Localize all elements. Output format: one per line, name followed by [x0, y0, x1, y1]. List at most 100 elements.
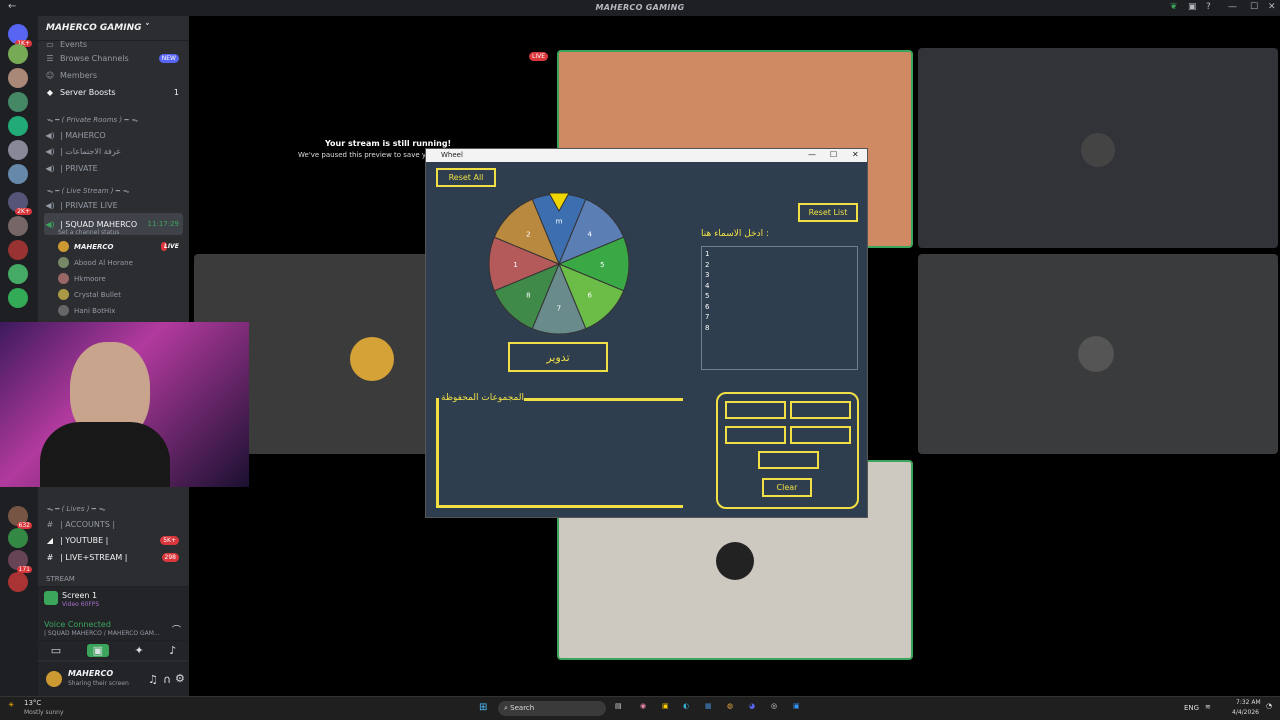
channel-label: | غرفة الاجتماعات — [60, 146, 121, 156]
server-name: MAHERCO GAMING — [46, 23, 142, 33]
announcement-channel[interactable]: ◢ | YOUTUBE | 5K+ — [44, 532, 183, 548]
channel-label: | PRIVATE LIVE — [60, 200, 118, 210]
settings-icon[interactable]: ⚙ — [175, 672, 185, 685]
server-icon[interactable] — [8, 264, 28, 284]
voice-channel[interactable]: ◀) | PRIVATE — [44, 160, 183, 176]
wifi-icon[interactable]: ≋ — [1205, 703, 1211, 711]
voice-user[interactable]: Crystal Bullet — [58, 289, 121, 300]
text-channel[interactable]: # | LIVE+STREAM | 298 — [44, 549, 183, 565]
voice-connected[interactable]: Voice Connected — [44, 620, 111, 629]
avatar — [58, 257, 69, 268]
reset-all-button[interactable]: Reset All — [436, 168, 496, 187]
group-input[interactable] — [725, 401, 786, 419]
voice-channel[interactable]: ◀) | MAHERCO — [44, 127, 183, 143]
leaf-icon[interactable]: ❦ — [1170, 2, 1178, 12]
search-icon: ⌕ — [504, 704, 508, 712]
voice-user[interactable]: Abood Al Horane — [58, 257, 133, 268]
server-icon[interactable] — [8, 572, 28, 592]
help-icon[interactable]: ? — [1206, 2, 1211, 12]
clock-time[interactable]: 7:32 AM — [1236, 699, 1261, 706]
close-icon[interactable]: ✕ — [852, 150, 859, 159]
mention-badge: 5K+ — [160, 535, 179, 545]
steam-icon[interactable]: ◎ — [771, 702, 777, 710]
name-line: 8 — [705, 323, 710, 332]
activity-icon[interactable]: ✦ — [135, 644, 144, 657]
server-icon[interactable] — [8, 240, 28, 260]
group-input[interactable] — [790, 401, 851, 419]
text-channel[interactable]: # | ACCOUNTS | — [44, 516, 183, 532]
minimize-icon[interactable]: — — [1228, 2, 1237, 12]
avatar — [58, 273, 69, 284]
server-icon[interactable] — [8, 116, 28, 136]
server-boosts-item[interactable]: ◆ Server Boosts 1 — [44, 84, 183, 100]
taskbar-search[interactable]: ⌕ Search — [498, 701, 606, 716]
user-name: Crystal Bullet — [74, 290, 121, 299]
group-input[interactable] — [725, 426, 786, 444]
voice-user[interactable]: MAHERCO LIVE — [58, 241, 179, 252]
category-live-stream[interactable]: ᯓ ━ ( Live Stream ) ━ ᯓ — [46, 187, 129, 196]
app-icon[interactable]: ◉ — [640, 702, 646, 710]
server-icon[interactable]: 2K+ — [8, 192, 32, 215]
members-item[interactable]: ☺ Members — [44, 67, 183, 83]
edge-icon[interactable]: ◐ — [683, 702, 689, 710]
voice-user[interactable]: Hkmoore — [58, 273, 106, 284]
category-stream[interactable]: STREAM — [46, 575, 75, 583]
weather-desc[interactable]: Mostly sunny — [24, 709, 64, 716]
discord-icon[interactable]: ◕ — [749, 702, 755, 710]
reset-list-button[interactable]: Reset List — [798, 203, 858, 222]
server-icon[interactable]: 632 — [8, 506, 32, 529]
voice-user[interactable]: Hani BotHix — [58, 305, 115, 316]
app-icon[interactable]: ▣ — [662, 702, 669, 710]
mic-icon[interactable]: ♫ — [148, 673, 158, 686]
server-icon[interactable] — [8, 44, 28, 64]
video-tile[interactable] — [918, 254, 1278, 454]
video-tile[interactable] — [918, 48, 1278, 248]
inbox-icon[interactable]: ▣ — [1188, 2, 1197, 12]
hash-icon: # — [46, 552, 54, 562]
close-icon[interactable]: ✕ — [1268, 2, 1276, 12]
server-icon[interactable]: 171 — [8, 550, 32, 573]
weather-temp[interactable]: 13°C — [24, 699, 41, 707]
windows-start-icon[interactable]: ⊞ — [479, 702, 487, 713]
maximize-icon[interactable]: ☐ — [830, 150, 837, 159]
minimize-icon[interactable]: — — [808, 150, 816, 159]
events-label: Events — [60, 39, 88, 49]
headphones-icon[interactable]: ∩ — [163, 673, 171, 686]
search-label: Search — [510, 704, 535, 712]
server-icon[interactable] — [8, 216, 28, 236]
category-lives[interactable]: ᯓ ━ ( Lives ) ━ ᯓ — [46, 505, 105, 514]
voice-channel[interactable]: ◀) | PRIVATE LIVE — [44, 197, 183, 213]
browse-channels-item[interactable]: ☰ Browse Channels NEW — [44, 50, 183, 66]
category-private[interactable]: ᯓ ━ ( Private Rooms ) ━ ᯓ — [46, 116, 138, 125]
soundboard-icon[interactable]: ♪ — [169, 644, 176, 657]
disconnect-icon[interactable]: ⌒ — [172, 623, 181, 636]
clear-button[interactable]: Clear — [762, 478, 812, 497]
screen-icon[interactable]: ▣ — [86, 644, 110, 657]
group-input[interactable] — [790, 426, 851, 444]
server-icon[interactable] — [8, 164, 28, 184]
user-avatar[interactable] — [46, 671, 62, 687]
spin-button[interactable]: تدوير — [508, 342, 608, 372]
avatar — [58, 289, 69, 300]
voice-channel-path[interactable]: | SQUAD MAHERCO / MAHERCO GAM... — [44, 630, 160, 637]
spin-wheel[interactable]: m 4 5 6 7 8 1 2 — [488, 193, 630, 335]
dm-home-icon[interactable]: 1K+ — [8, 24, 32, 47]
server-icon[interactable] — [8, 140, 28, 160]
video-icon[interactable]: ▭ — [51, 644, 61, 657]
clock-date[interactable]: 4/4/2026 — [1232, 709, 1259, 716]
server-icon[interactable] — [8, 288, 28, 308]
server-icon[interactable] — [8, 92, 28, 112]
voice-channel[interactable]: ◀) | غرفة الاجتماعات — [44, 143, 183, 159]
chrome-icon[interactable]: ◍ — [727, 702, 733, 710]
channel-status[interactable]: Set a channel status — [58, 229, 119, 236]
file-explorer-icon[interactable]: ▤ — [615, 702, 622, 710]
names-textarea[interactable]: 1 2 3 4 5 6 7 8 — [701, 246, 858, 370]
python-app-icon[interactable]: ▣ — [793, 702, 800, 710]
language-indicator[interactable]: ENG — [1184, 704, 1199, 712]
server-icon[interactable] — [8, 528, 28, 548]
group-count-input[interactable] — [758, 451, 819, 469]
notifications-icon[interactable]: ◔ — [1266, 702, 1272, 710]
server-icon[interactable] — [8, 68, 28, 88]
app-icon[interactable]: ▦ — [705, 702, 712, 710]
maximize-icon[interactable]: ☐ — [1250, 2, 1258, 12]
